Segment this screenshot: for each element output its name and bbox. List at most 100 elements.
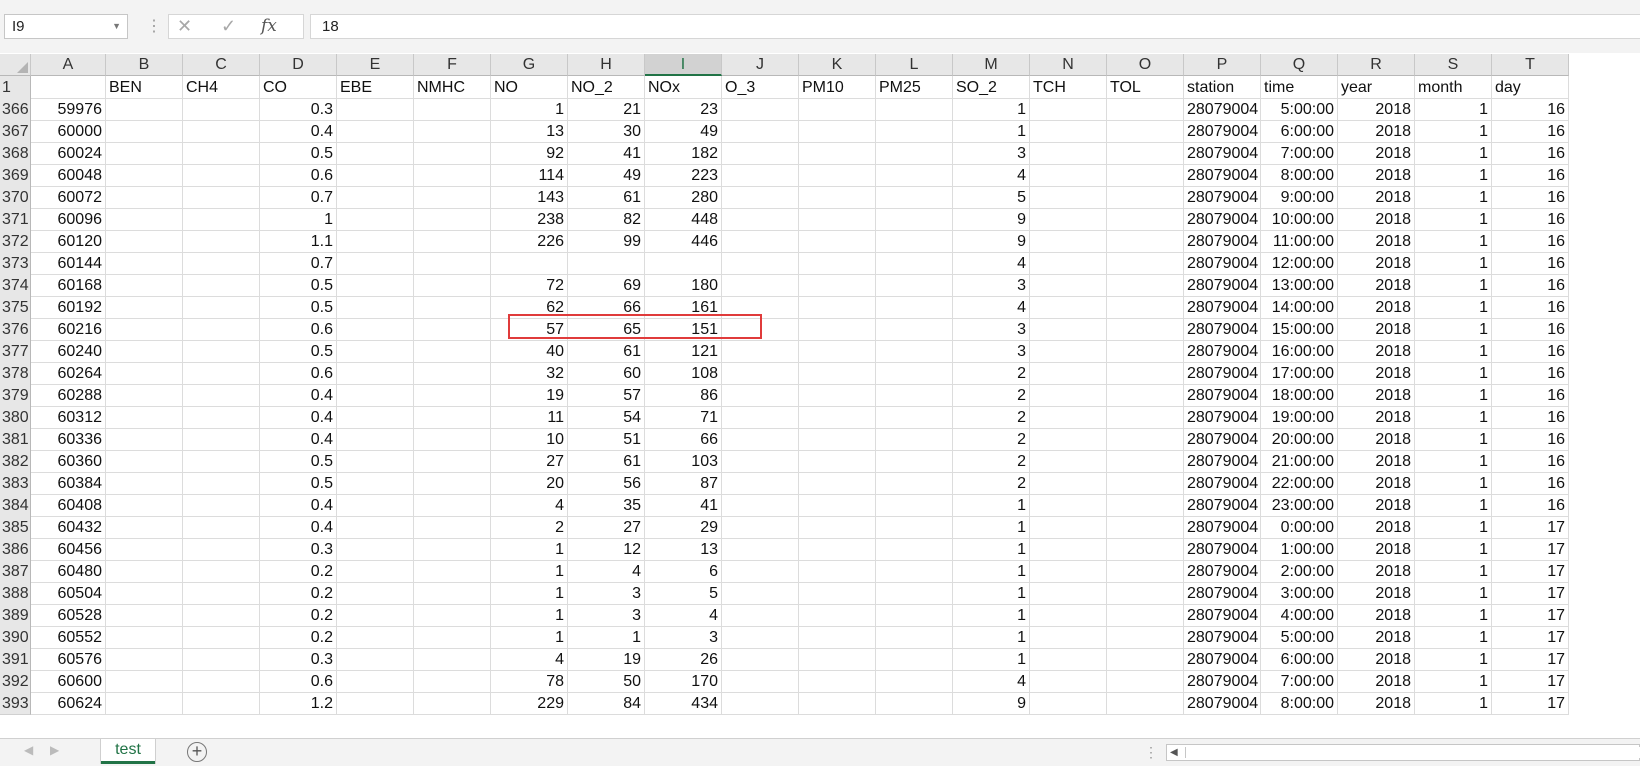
cell-e[interactable]	[337, 252, 414, 275]
cell-a[interactable]: 60504	[31, 582, 106, 605]
column-header-m[interactable]: M	[953, 54, 1030, 76]
cell-e[interactable]	[337, 186, 414, 209]
cell-f[interactable]	[414, 98, 491, 121]
cell-n[interactable]	[1030, 186, 1107, 209]
cell-i[interactable]: 280	[645, 186, 722, 209]
cell-a[interactable]: 60216	[31, 318, 106, 341]
cell-q[interactable]: 20:00:00	[1261, 428, 1338, 451]
cell-d[interactable]: 0.6	[260, 164, 337, 187]
cell-p[interactable]: 28079004	[1184, 252, 1261, 275]
name-box-dropdown-icon[interactable]: ▼	[112, 15, 121, 38]
cell-c[interactable]	[183, 692, 260, 715]
cell-l[interactable]	[876, 582, 953, 605]
cell-k[interactable]	[799, 692, 876, 715]
worksheet-grid[interactable]: ABCDEFGHIJKLMNOPQRST 1 BEN CH4 CO EBE NMHC NO N…	[0, 54, 1640, 738]
cell-g[interactable]: 2	[491, 516, 568, 539]
row-header[interactable]: 391	[0, 648, 31, 671]
cell-e[interactable]	[337, 428, 414, 451]
cell-j[interactable]	[722, 516, 799, 539]
cell-j[interactable]: O_3	[722, 76, 799, 99]
cell-t[interactable]: 17	[1492, 516, 1569, 539]
cell-r[interactable]: 2018	[1338, 384, 1415, 407]
cell-e[interactable]	[337, 340, 414, 363]
cell-d[interactable]: 0.7	[260, 252, 337, 275]
cell-f[interactable]	[414, 164, 491, 187]
cell-m[interactable]: 1	[953, 604, 1030, 627]
cell-q[interactable]: time	[1261, 76, 1338, 99]
cell-f[interactable]	[414, 340, 491, 363]
cell-i[interactable]: 108	[645, 362, 722, 385]
cell-h[interactable]: 54	[568, 406, 645, 429]
cell-f[interactable]	[414, 626, 491, 649]
column-header-l[interactable]: L	[876, 54, 953, 76]
cell-t[interactable]: 16	[1492, 164, 1569, 187]
cell-p[interactable]: 28079004	[1184, 450, 1261, 473]
cell-m[interactable]: 9	[953, 208, 1030, 231]
column-header-s[interactable]: S	[1415, 54, 1492, 76]
cell-b[interactable]	[106, 692, 183, 715]
cell-e[interactable]	[337, 362, 414, 385]
cell-b[interactable]	[106, 604, 183, 627]
cell-a[interactable]: 60576	[31, 648, 106, 671]
cell-l[interactable]	[876, 670, 953, 693]
cell-j[interactable]	[722, 538, 799, 561]
cell-s[interactable]: 1	[1415, 164, 1492, 187]
cell-e[interactable]: EBE	[337, 76, 414, 99]
cell-o[interactable]	[1107, 340, 1184, 363]
cell-d[interactable]: 0.2	[260, 582, 337, 605]
column-header-n[interactable]: N	[1030, 54, 1107, 76]
cell-p[interactable]: 28079004	[1184, 164, 1261, 187]
cell-m[interactable]: 1	[953, 516, 1030, 539]
cell-b[interactable]: BEN	[106, 76, 183, 99]
cell-n[interactable]	[1030, 494, 1107, 517]
cell-o[interactable]	[1107, 560, 1184, 583]
row-header[interactable]: 369	[0, 164, 31, 187]
cell-i[interactable]: 49	[645, 120, 722, 143]
cell-a[interactable]: 60240	[31, 340, 106, 363]
cell-k[interactable]	[799, 142, 876, 165]
cell-p[interactable]: 28079004	[1184, 340, 1261, 363]
cell-k[interactable]	[799, 648, 876, 671]
cell-m[interactable]: 1	[953, 98, 1030, 121]
cell-g[interactable]: 4	[491, 494, 568, 517]
horizontal-scrollbar[interactable]: ◀	[1166, 744, 1640, 761]
cell-f[interactable]	[414, 560, 491, 583]
row-header[interactable]: 380	[0, 406, 31, 429]
cell-s[interactable]: 1	[1415, 604, 1492, 627]
cell-n[interactable]	[1030, 384, 1107, 407]
cell-p[interactable]: 28079004	[1184, 582, 1261, 605]
cell-k[interactable]	[799, 186, 876, 209]
cell-c[interactable]	[183, 582, 260, 605]
cell-n[interactable]	[1030, 340, 1107, 363]
cell-a[interactable]	[31, 76, 106, 99]
cell-e[interactable]	[337, 274, 414, 297]
cell-m[interactable]: 5	[953, 186, 1030, 209]
cell-g[interactable]: 13	[491, 120, 568, 143]
cell-h[interactable]: 1	[568, 626, 645, 649]
column-header-q[interactable]: Q	[1261, 54, 1338, 76]
column-header-i[interactable]: I	[645, 54, 722, 76]
cell-c[interactable]	[183, 538, 260, 561]
cell-l[interactable]	[876, 274, 953, 297]
cell-q[interactable]: 0:00:00	[1261, 516, 1338, 539]
cell-c[interactable]	[183, 670, 260, 693]
cell-r[interactable]: 2018	[1338, 472, 1415, 495]
cell-b[interactable]	[106, 516, 183, 539]
cell-e[interactable]	[337, 384, 414, 407]
cell-q[interactable]: 1:00:00	[1261, 538, 1338, 561]
cell-b[interactable]	[106, 582, 183, 605]
column-header-h[interactable]: H	[568, 54, 645, 76]
cell-t[interactable]: 17	[1492, 604, 1569, 627]
cell-h[interactable]: 35	[568, 494, 645, 517]
cell-p[interactable]: 28079004	[1184, 362, 1261, 385]
cell-p[interactable]: 28079004	[1184, 230, 1261, 253]
cell-s[interactable]: 1	[1415, 648, 1492, 671]
cell-m[interactable]: 3	[953, 340, 1030, 363]
cell-e[interactable]	[337, 318, 414, 341]
cell-j[interactable]	[722, 648, 799, 671]
cell-t[interactable]: 16	[1492, 362, 1569, 385]
cell-o[interactable]	[1107, 186, 1184, 209]
cell-i[interactable]: 87	[645, 472, 722, 495]
cell-j[interactable]	[722, 274, 799, 297]
cell-m[interactable]: 1	[953, 648, 1030, 671]
